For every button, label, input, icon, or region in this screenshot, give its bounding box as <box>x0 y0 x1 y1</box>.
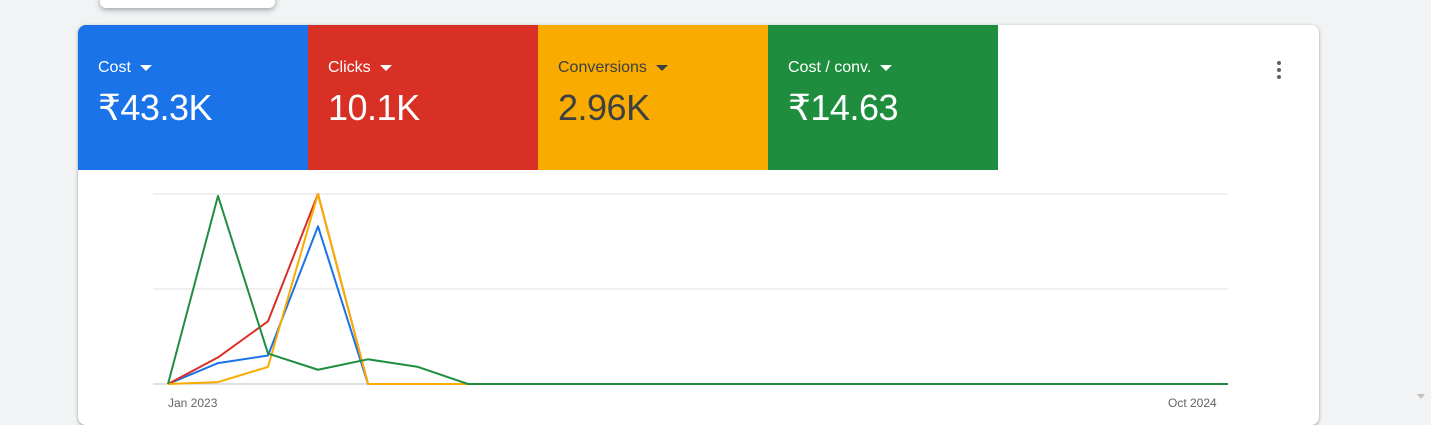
x-tick-label-start: Jan 2023 <box>168 396 218 410</box>
dropdown-arrow-icon[interactable] <box>655 65 668 71</box>
scorecard-row: Cost ₹43.3K Clicks 10.1K Conversions 2.9… <box>78 25 998 170</box>
scorecard-clicks-label: Clicks <box>328 59 371 76</box>
dropdown-arrow-icon[interactable] <box>139 65 152 71</box>
scorecard-cost[interactable]: Cost ₹43.3K <box>78 25 308 170</box>
scorecard-cost-per-conv-label: Cost / conv. <box>788 59 872 76</box>
more-vert-icon-dot <box>1277 75 1281 79</box>
scorecard-clicks-value: 10.1K <box>328 87 420 128</box>
more-vert-icon-dot <box>1277 68 1281 72</box>
dropdown-arrow-icon[interactable] <box>379 65 392 71</box>
scorecard-cost-header: Cost <box>98 58 308 78</box>
scorecard-cost-per-conv-value: ₹14.63 <box>788 87 899 128</box>
line-chart: Jan 2023 Oct 2024 <box>153 193 1228 410</box>
overlay-panel-edge <box>100 0 275 8</box>
series-line-cost <box>167 225 1228 385</box>
more-vert-icon-dot <box>1277 61 1281 65</box>
scorecard-conversions[interactable]: Conversions 2.96K <box>538 25 768 170</box>
scorecard-cost-per-conv-header: Cost / conv. <box>788 58 998 78</box>
scorecard-cost-per-conv[interactable]: Cost / conv. ₹14.63 <box>768 25 998 170</box>
more-options-button[interactable] <box>1267 58 1291 82</box>
x-tick-label-end: Oct 2024 <box>1168 396 1217 410</box>
scorecard-conversions-header: Conversions <box>558 58 768 78</box>
scorecard-clicks[interactable]: Clicks 10.1K <box>308 25 538 170</box>
dropdown-arrow-icon[interactable] <box>880 65 893 71</box>
scorecard-conversions-value: 2.96K <box>558 87 650 128</box>
chart-grid <box>153 193 1228 385</box>
series-line-cost-conv <box>167 194 1228 385</box>
scorecard-cost-label: Cost <box>98 59 131 76</box>
performance-chart-card: Cost ₹43.3K Clicks 10.1K Conversions 2.9… <box>78 25 1319 425</box>
scroll-down-icon[interactable] <box>1417 394 1425 399</box>
scorecard-clicks-header: Clicks <box>328 58 538 78</box>
scorecard-conversions-label: Conversions <box>558 59 647 76</box>
scorecard-cost-value: ₹43.3K <box>98 87 212 128</box>
